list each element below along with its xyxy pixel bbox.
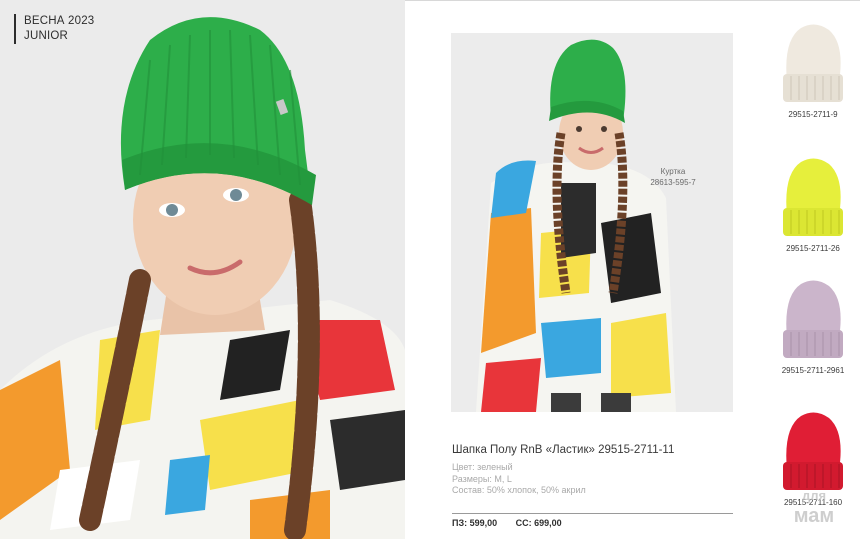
product-info: Шапка Полу RnB «Ластик» 29515-2711-11 Цв… [452,444,742,497]
product-sizes: Размеры: M, L [452,473,512,484]
product-composition: Состав: 50% хлопок, 50% акрил [452,485,586,495]
product-photo [451,33,733,412]
season-badge: ВЕСНА 2023 JUNIOR [14,14,94,44]
thumbnail-code: 29515-2711-9 [788,110,838,119]
thumbnail-item[interactable]: 29515-2711-26 [768,156,858,253]
price-pz: ПЗ: 599,00 [452,518,498,528]
price-ss: СС: 699,00 [515,518,562,528]
watermark-line2: мам [793,505,835,527]
thumbnail-code: 29515-2711-2961 [781,366,845,375]
jacket-label-name: Куртка [660,167,686,176]
thumbnail-code: 29515-2711-26 [786,244,840,253]
page-top-border [405,0,860,1]
product-color: Цвет: зеленый [452,462,513,472]
girl-full-body-image [451,33,733,412]
price-divider [452,513,733,514]
beanie-lime-image [783,158,843,236]
beanie-cream-image [783,24,843,102]
beanie-red-image [783,412,843,490]
watermark-line1: для [801,488,827,503]
season-title: ВЕСНА 2023 [24,15,95,27]
jacket-label: Куртка 28613-595-7 [630,166,716,188]
season-subtitle: JUNIOR [24,30,69,42]
product-title: Шапка Полу RnB «Ластик» 29515-2711-11 [452,444,675,456]
girl-in-green-hat-image [0,0,405,539]
watermark: для мам [770,486,858,526]
thumbnail-item[interactable]: 29515-2711-2961 [768,278,858,375]
thumbnail-item[interactable]: 29515-2711-9 [768,22,858,119]
hero-photo: ВЕСНА 2023 JUNIOR [0,0,405,539]
beanie-lilac-image [783,280,843,358]
price-row: ПЗ: 599,00 СС: 699,00 [452,518,578,528]
jacket-label-code: 28613-595-7 [650,178,696,187]
